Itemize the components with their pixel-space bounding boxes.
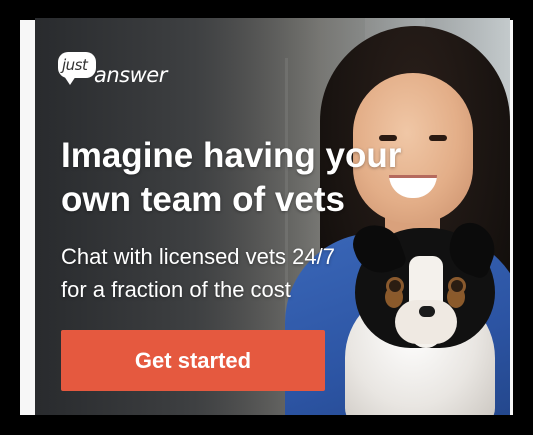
puppy-eye [451, 280, 463, 292]
subhead-line: Chat with licensed vets 24/7 [61, 244, 335, 269]
logo-just-text: just [62, 56, 88, 74]
headline-line: Imagine having your [61, 136, 402, 175]
logo-answer-text: answer [94, 63, 167, 87]
subhead-line: for a fraction of the cost [61, 277, 291, 302]
puppy-ear [441, 217, 503, 281]
headline-line: own team of vets [61, 180, 345, 219]
puppy-muzzle [395, 300, 457, 344]
get-started-button[interactable]: Get started [61, 330, 325, 391]
ad-banner[interactable]: just answer Imagine having your own team… [35, 18, 510, 415]
ad-subheadline: Chat with licensed vets 24/7 for a fract… [61, 240, 391, 306]
puppy-nose [419, 306, 435, 317]
ad-headline: Imagine having your own team of vets [61, 134, 481, 222]
